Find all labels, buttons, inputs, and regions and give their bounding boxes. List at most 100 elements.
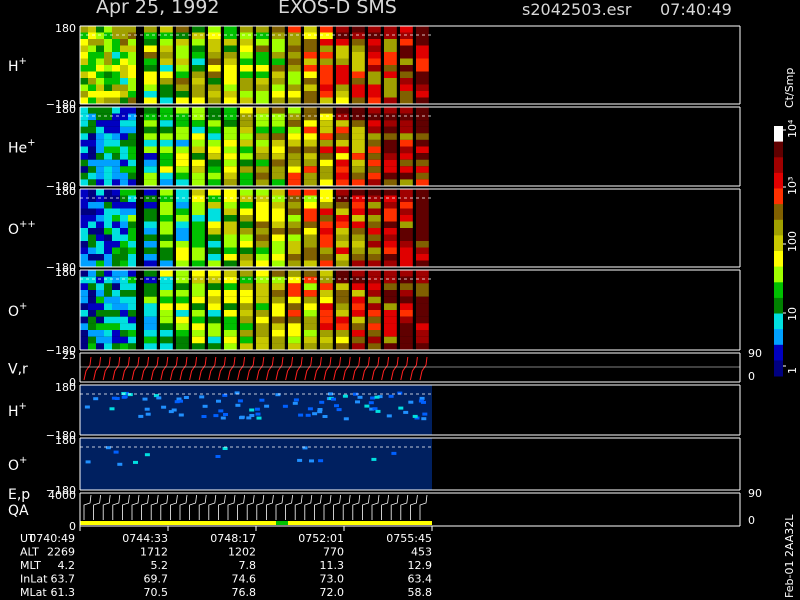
spectro-cell [96,139,104,147]
spectro-cell [288,179,301,186]
spectro-cell [224,65,237,72]
spectro-cell [128,97,136,104]
spectro-cell [120,303,128,310]
spectro-cell [208,179,221,186]
spectro-cell [224,113,237,121]
spectro-cell [88,65,96,72]
spectro-cell [320,310,333,317]
spectro-cell [304,126,317,134]
spectro-cell [224,296,237,304]
spectro-cell [384,97,397,104]
spectro-cell [368,283,381,290]
colorbar-tick-label: 10 [786,307,799,321]
spectro-cell [320,126,333,134]
spectro-cell [96,97,104,104]
ephemeris-value: 76.8 [232,586,257,599]
spectro-cell [304,39,317,46]
spectro-cell [400,221,413,228]
spectro-cell [304,260,317,267]
spectro-cell [144,146,157,154]
spectro-cell [320,107,333,114]
spectro-cell [208,336,221,344]
spectro-cell [384,113,397,121]
spectro-cell [288,290,301,297]
spectro-cell [336,195,349,202]
spectro-cell [368,120,381,127]
spectro-cell [96,91,104,98]
spectro-cell [120,247,128,254]
spectro-cell [416,133,429,140]
spectro-cell [112,120,120,127]
spectro-cell [256,65,269,72]
spectro-cell [192,228,205,235]
spectro-cell [88,208,96,215]
spectro-cell [96,221,104,228]
spectro-cell [336,336,349,344]
spectro-cell [88,39,96,46]
spectro-cell [352,254,365,261]
spectro-cell [320,84,333,91]
ephemeris-row-name: MLT [20,559,41,572]
spectro-cell [336,107,349,114]
spectro-cell [400,247,413,254]
spectro-cell [192,45,205,52]
spectro-cell [192,247,205,254]
ephemeris-row-name: InLat [20,573,48,586]
spectro-cell [368,303,381,310]
spectro-cell [256,343,269,350]
spectro-cell [120,78,128,85]
spectro-cell [352,260,365,267]
spectro-cell [112,290,120,297]
spectro-cell [192,120,205,127]
spectro-cell [160,290,173,297]
panel-label: He+ [8,138,36,157]
ephemeris-value: 61.3 [51,586,76,599]
spectro-cell [224,97,237,104]
spectro-cell [192,296,205,304]
spectro-cell [336,189,349,196]
spectro-cell [384,84,397,91]
spectro-cell [88,283,96,290]
spectro-cell [80,343,88,350]
spectro-cell [304,159,317,167]
spectro-cell [272,159,285,167]
spectro-cell [80,84,88,91]
spectro-cell [304,208,317,215]
spectro-cell [416,71,429,78]
spectro-cell [112,153,120,160]
spectro-cell [128,290,136,297]
spectro-cell [416,58,429,65]
spectro-cell [320,290,333,297]
spectro-cell [176,58,189,65]
spectro-cell [176,254,189,261]
spectro-cell [368,310,381,317]
spectro-cell [160,202,173,209]
spectro-cell [384,202,397,209]
spectro-cell [176,78,189,85]
spectro-cell [240,65,253,72]
spectro-cell [384,189,397,196]
spectro-cell [416,45,429,52]
spectro-cell [240,283,253,290]
spectro-cell [160,316,173,324]
spectro-cell [224,208,237,215]
spectro-cell [112,133,120,140]
spectro-cell [304,215,317,222]
spectro-cell [304,78,317,85]
spectro-cell [144,84,157,91]
spectro-cell [192,270,205,277]
spectro-cell [256,32,269,39]
spectro-cell [160,39,173,46]
spectro-cell [192,97,205,104]
spectro-cell [240,343,253,350]
spectro-cell [288,71,301,78]
colorbar-swatch [774,157,783,174]
spectro-cell [288,247,301,254]
spectro-cell [192,91,205,98]
spectro-cell [288,133,301,140]
spectro-cell [128,276,136,284]
count-cell [282,404,288,408]
panel-fill [80,438,432,490]
spectro-cell [336,260,349,267]
spectro-cell [400,45,413,52]
